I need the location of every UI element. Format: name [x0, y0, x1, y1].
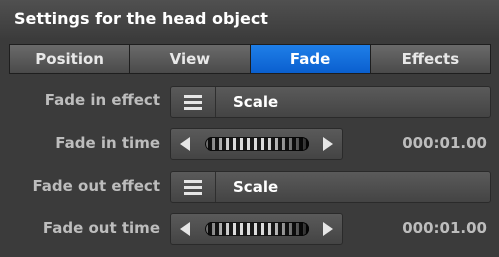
fade-in-time-value: 000:01.00	[402, 134, 487, 152]
tab-effects[interactable]: Effects	[370, 45, 490, 73]
arrow-left-icon[interactable]	[180, 222, 190, 236]
menu-lines-icon[interactable]	[171, 87, 216, 117]
fade-out-time-jog[interactable]	[170, 213, 343, 245]
fade-out-effect-dropdown[interactable]: Scale	[170, 171, 491, 203]
arrow-left-icon[interactable]	[180, 137, 190, 151]
arrow-right-icon[interactable]	[323, 222, 333, 236]
fade-in-effect-value: Scale	[233, 93, 279, 111]
fade-in-effect-label: Fade in effect	[44, 91, 160, 109]
tab-fade[interactable]: Fade	[250, 45, 370, 73]
arrow-right-icon[interactable]	[323, 137, 333, 151]
fade-in-time-jog[interactable]	[170, 128, 343, 160]
tab-bar: Position View Fade Effects	[9, 44, 491, 74]
jog-wheel-shade	[205, 137, 309, 151]
panel-title: Settings for the head object	[0, 0, 499, 38]
fade-in-effect-dropdown[interactable]: Scale	[170, 86, 491, 118]
fade-out-effect-label: Fade out effect	[32, 177, 160, 195]
settings-panel: Settings for the head object Position Vi…	[0, 0, 499, 257]
menu-lines-icon[interactable]	[171, 172, 216, 202]
tab-position[interactable]: Position	[10, 45, 130, 73]
jog-wheel-shade	[205, 222, 309, 236]
fade-out-time-label: Fade out time	[42, 219, 160, 237]
fade-out-effect-value: Scale	[233, 178, 279, 196]
tab-view[interactable]: View	[130, 45, 250, 73]
fade-in-time-label: Fade in time	[55, 134, 160, 152]
fade-out-time-value: 000:01.00	[402, 219, 487, 237]
